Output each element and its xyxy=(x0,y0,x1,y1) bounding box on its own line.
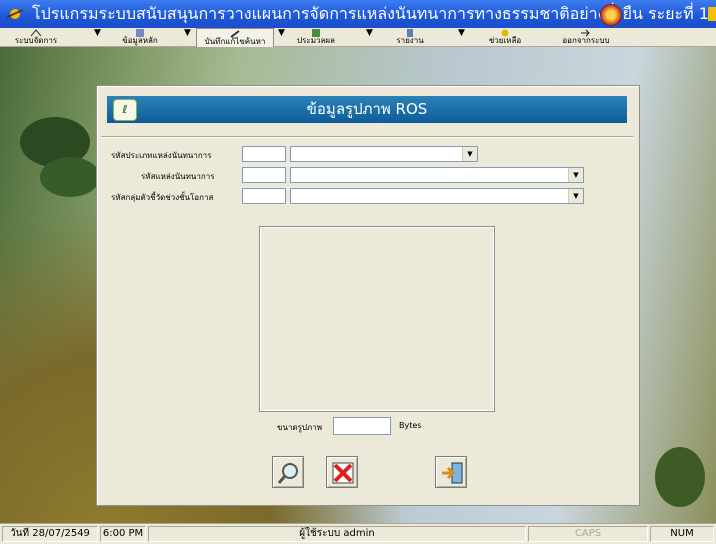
menu-system[interactable]: ระบบจัดการ xyxy=(4,28,68,46)
window-control-icon[interactable] xyxy=(708,7,716,21)
size-field xyxy=(333,417,391,435)
delete-x-icon xyxy=(332,462,354,484)
status-time: 6:00 PM xyxy=(100,526,146,542)
form-header: ℓ ข้อมูลรูปภาพ ROS xyxy=(107,96,627,123)
size-label: ขนาดรูปภาพ xyxy=(277,423,323,432)
menu-label: ช่วยเหลือ xyxy=(488,36,522,45)
search-button[interactable] xyxy=(272,456,304,488)
menu-arrow-icon[interactable]: ▼ xyxy=(458,28,465,46)
menu-label: ข้อมูลหลัก xyxy=(122,36,158,45)
status-num: NUM xyxy=(650,526,714,542)
type-select[interactable]: ▼ xyxy=(290,146,478,162)
divider xyxy=(101,136,633,138)
tree-shape xyxy=(655,447,705,507)
field-label-group: รหัสกลุ่มตัวชี้วัดช่วงชั้นโอกาส xyxy=(111,193,214,202)
menu-bar: ระบบจัดการ ▼ ข้อมูลหลัก ▼ บันทึกแก้ไขค้น… xyxy=(0,28,716,48)
menu-help[interactable]: ช่วยเหลือ xyxy=(474,28,536,46)
status-caps: CAPS xyxy=(528,526,648,542)
exit-door-icon xyxy=(442,462,463,484)
type-code-input[interactable] xyxy=(242,146,286,162)
site-select[interactable]: ▼ xyxy=(290,167,584,183)
menu-arrow-icon[interactable]: ▼ xyxy=(184,28,191,46)
group-select[interactable]: ▼ xyxy=(290,188,584,204)
menu-edit-search[interactable]: บันทึกแก้ไขค้นหา xyxy=(196,28,274,48)
field-label-site: รหัสแหล่งนันทนาการ xyxy=(141,172,215,181)
menu-exit[interactable]: ออกจากระบบ xyxy=(552,28,620,46)
magnifier-icon xyxy=(277,463,298,484)
title-bar: โปรแกรมระบบสนับสนุนการวางแผนการจัดการแหล… xyxy=(0,0,716,28)
status-date: วันที่ 28/07/2549 xyxy=(2,526,98,542)
status-user: ผู้ใช้ระบบ admin xyxy=(148,526,526,542)
form-title: ข้อมูลรูปภาพ ROS xyxy=(306,100,428,118)
chevron-down-icon[interactable]: ▼ xyxy=(462,147,477,161)
site-code-input[interactable] xyxy=(242,167,286,183)
menu-data[interactable]: ข้อมูลหลัก xyxy=(108,28,172,46)
menu-process[interactable]: ประมวลผล xyxy=(284,28,348,46)
app-icon xyxy=(6,9,24,19)
menu-report[interactable]: รายงาน xyxy=(380,28,440,46)
menu-label: รายงาน xyxy=(396,36,424,45)
menu-label: ออกจากระบบ xyxy=(562,36,610,45)
menu-label: ระบบจัดการ xyxy=(14,36,58,45)
chevron-down-icon[interactable]: ▼ xyxy=(568,168,583,182)
menu-arrow-icon[interactable]: ▼ xyxy=(94,28,101,46)
image-preview xyxy=(259,226,495,412)
exit-button[interactable] xyxy=(435,456,467,488)
menu-arrow-icon[interactable]: ▼ xyxy=(366,28,373,46)
logo-icon xyxy=(600,4,622,26)
menu-label: บันทึกแก้ไขค้นหา xyxy=(204,37,266,46)
chevron-down-icon[interactable]: ▼ xyxy=(568,189,583,203)
group-code-input[interactable] xyxy=(242,188,286,204)
tree-shape xyxy=(40,157,100,197)
ros-image-form: ℓ ข้อมูลรูปภาพ ROS รหัสประเภทแหล่งนันทนา… xyxy=(96,85,640,506)
field-label-type: รหัสประเภทแหล่งนันทนาการ xyxy=(111,151,212,160)
delete-button[interactable] xyxy=(326,456,358,488)
menu-label: ประมวลผล xyxy=(297,36,335,45)
status-bar: วันที่ 28/07/2549 6:00 PM ผู้ใช้ระบบ adm… xyxy=(0,523,716,544)
size-unit: Bytes xyxy=(399,421,422,430)
